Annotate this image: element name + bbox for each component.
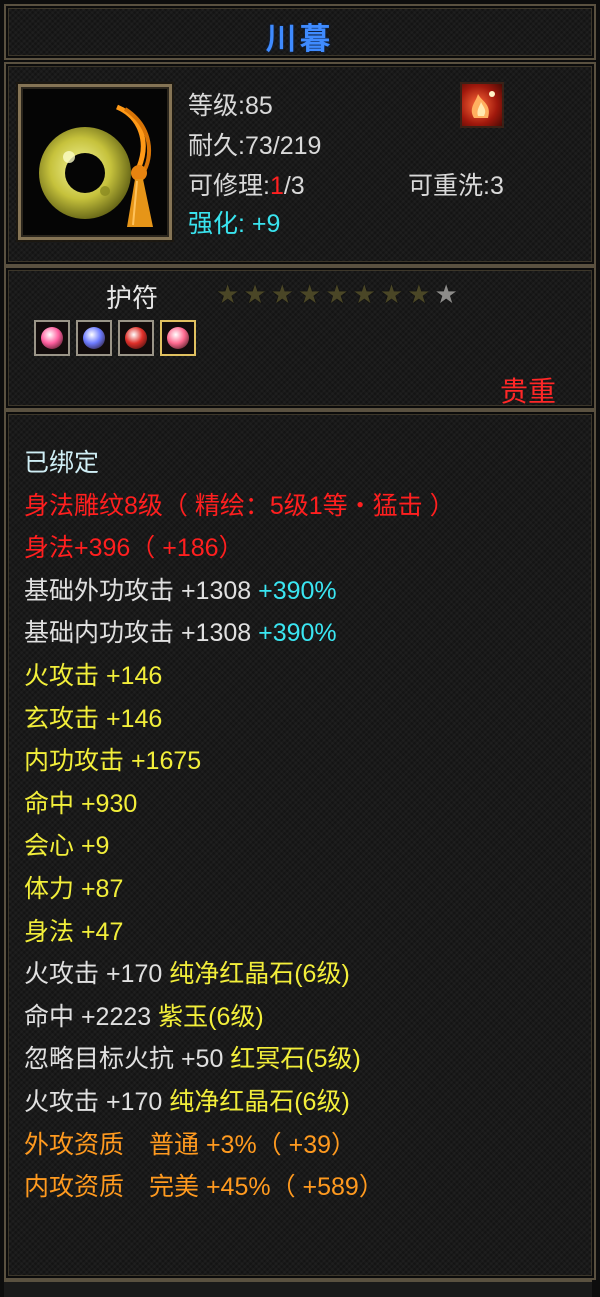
rarity-label: 贵重 (499, 376, 556, 407)
rewash-row: 可重洗:3 (408, 166, 504, 202)
attribute-text: 火攻击 +170 (24, 960, 163, 989)
attribute-text: 命中 +2223 (24, 1002, 152, 1031)
fire-badge-icon[interactable] (460, 82, 504, 128)
attribute-row: 火攻击 +146 (24, 655, 455, 698)
attribute-row: 命中 +2223 紫玉(6级) (24, 996, 455, 1039)
level-label: 等级: (188, 92, 245, 120)
type-panel: 护符 ★ ★ ★ ★ ★ ★ ★ ★ ★ 贵重 (4, 266, 596, 410)
attribute-row: 身法雕纹8级（ 精绘：5级1等・猛击 ） (24, 485, 455, 528)
attribute-list: 已绑定身法雕纹8级（ 精绘：5级1等・猛击 ） 身法+396（ +186） 基础外功… (24, 442, 455, 1209)
pink-gem-icon (41, 327, 63, 349)
attribute-row: 火攻击 +170 纯净红晶石(6级) (24, 953, 455, 996)
attribute-extra: +390% (251, 576, 337, 605)
enhance-row: 强化: +9 (188, 204, 280, 240)
attribute-text: 火攻击 +170 (24, 1087, 163, 1116)
attribute-extra: 纯净红晶石(6级) (162, 960, 350, 989)
star-icon: ★ (270, 280, 294, 310)
gem-slot[interactable] (76, 320, 112, 356)
attribute-row: 基础外功攻击 +1308 +390% (24, 570, 455, 613)
slot-type-label: 护符 (106, 283, 159, 313)
attribute-text: 命中 +930 (24, 789, 138, 818)
attribute-row: 内功攻击 +1675 (24, 740, 455, 783)
level-row: 等级:85 (188, 86, 273, 122)
pink-gem-icon (167, 327, 189, 349)
attribute-extra: +390% (251, 619, 337, 648)
rewash-value: 3 (489, 172, 504, 200)
attribute-row: 火攻击 +170 纯净红晶石(6级) (24, 1081, 455, 1124)
durability-label: 耐久: (188, 132, 245, 160)
attribute-extra: 红冥石(5级) (223, 1045, 361, 1074)
attribute-row: 忽略目标火抗 +50 红冥石(5级) (24, 1038, 455, 1081)
attribute-text: 体力 +87 (24, 874, 124, 903)
attribute-text: 玄攻击 +146 (24, 704, 163, 733)
attribute-text: 身法 +47 (24, 917, 124, 946)
durability-row: 耐久:73/219 (188, 126, 321, 162)
attribute-row: 玄攻击 +146 (24, 698, 455, 741)
level-value: 85 (244, 92, 273, 120)
attribute-text: 基础外功攻击 +1308 (24, 576, 252, 605)
repair-current: 1 (269, 172, 284, 200)
flame-icon (471, 91, 495, 118)
attribute-text: 身法+396（ +186） (24, 534, 244, 563)
gem-slot[interactable] (160, 320, 196, 356)
star-icon: ★ (243, 280, 267, 310)
attribute-text: 内攻资质 完美 +45%（ +589） (24, 1173, 384, 1202)
attribute-row: 已绑定 (24, 442, 455, 485)
enhance-label: 强化: (188, 210, 245, 238)
star-icon: ★ (216, 280, 240, 310)
repair-row: 可修理:1/3 (188, 166, 305, 202)
star-icon: ★ (434, 280, 458, 310)
attribute-extra: 纯净红晶石(6级) (162, 1087, 350, 1116)
title-bar: 川暮 (4, 4, 596, 60)
attribute-text: 基础内功攻击 +1308 (24, 619, 252, 648)
enhance-value: +9 (251, 210, 281, 238)
gem-slot[interactable] (34, 320, 70, 356)
blue-gem-icon (83, 327, 105, 349)
red-gem-icon (125, 327, 147, 349)
item-name: 川暮 (266, 22, 334, 57)
attribute-text: 会心 +9 (24, 832, 110, 861)
repair-label: 可修理: (188, 172, 270, 200)
gem-slot[interactable] (118, 320, 154, 356)
attribute-text: 已绑定 (24, 449, 100, 477)
jade-ring-icon (39, 104, 153, 227)
attribute-row: 基础内功攻击 +1308 +390% (24, 612, 455, 655)
rewash-label: 可重洗: (408, 172, 490, 200)
attribute-panel: 已绑定身法雕纹8级（ 精绘：5级1等・猛击 ） 身法+396（ +186） 基础外功… (4, 410, 596, 1280)
bottom-border (4, 1280, 592, 1297)
durability-value: 73/219 (244, 132, 322, 160)
attribute-row: 会心 +9 (24, 825, 455, 868)
star-icon: ★ (297, 280, 322, 310)
star-icon: ★ (379, 280, 404, 310)
attribute-text: 身法雕纹8级（ 精绘：5级1等・猛击 ） (24, 491, 455, 520)
attribute-extra: 紫玉(6级) (151, 1002, 264, 1031)
attribute-row: 身法+396（ +186） (24, 527, 455, 570)
amulet-item-icon[interactable] (18, 84, 172, 240)
star-rating: ★ ★ ★ ★ ★ ★ ★ ★ ★ (216, 282, 458, 308)
item-info-panel: 等级:85 耐久:73/219 可修理:1/3 可重洗:3 强化: +9 (4, 62, 596, 266)
attribute-row: 外攻资质 普通 +3%（ +39） (24, 1124, 455, 1167)
repair-max: /3 (283, 172, 305, 200)
attribute-text: 火攻击 +146 (24, 661, 163, 690)
attribute-row: 身法 +47 (24, 911, 455, 954)
attribute-row: 体力 +87 (24, 868, 455, 911)
attribute-row: 内攻资质 完美 +45%（ +589） (24, 1166, 455, 1209)
star-icon: ★ (325, 280, 349, 310)
star-icon: ★ (407, 280, 431, 310)
attribute-text: 内功攻击 +1675 (24, 747, 202, 776)
attribute-row: 命中 +930 (24, 783, 455, 826)
attribute-text: 忽略目标火抗 +50 (24, 1045, 224, 1074)
gem-slots (34, 320, 196, 356)
star-icon: ★ (352, 280, 376, 310)
attribute-text: 外攻资质 普通 +3%（ +39） (24, 1130, 357, 1159)
